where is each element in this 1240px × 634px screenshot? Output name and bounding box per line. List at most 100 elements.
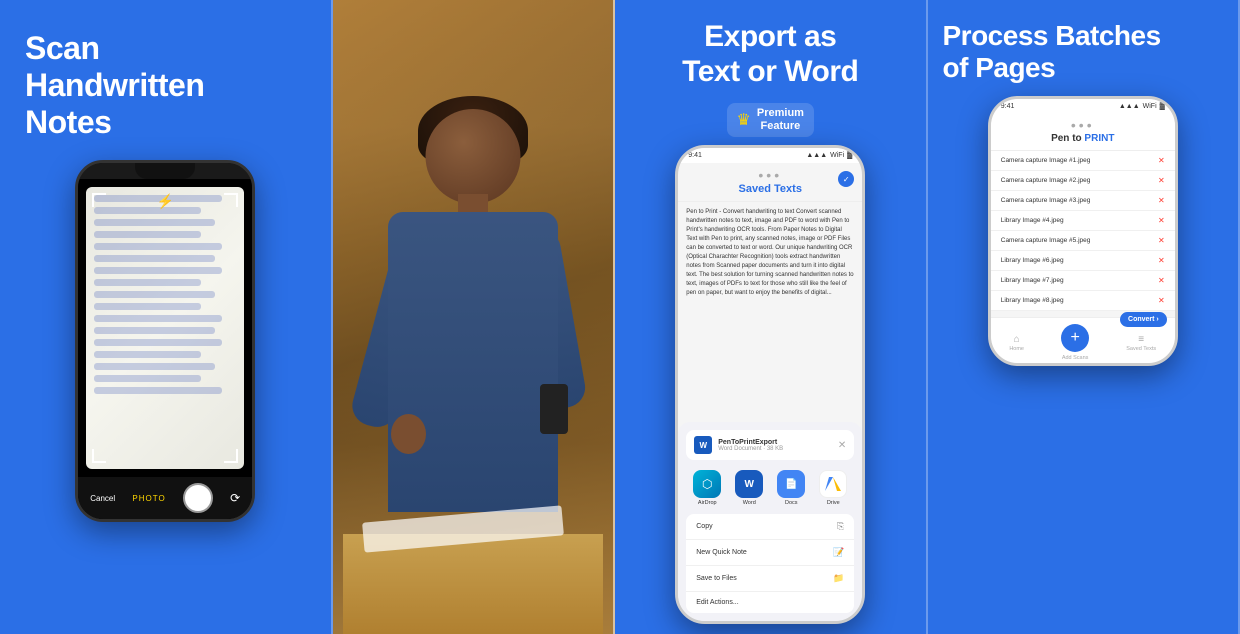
action-edit[interactable]: Edit Actions...	[686, 592, 854, 613]
action-copy[interactable]: Copy ⎘	[686, 514, 854, 540]
figure-phone-in-hand	[540, 384, 568, 434]
phone-4-status-bar: 9:41 ▲▲▲ WiFi ▓	[991, 99, 1175, 114]
scan-corner-tl	[92, 193, 106, 207]
hw-line	[94, 267, 222, 274]
airdrop-label: AirDrop	[698, 500, 717, 506]
camera-ui: ⚡	[78, 179, 252, 519]
share-actions-list: Copy ⎘ New Quick Note 📝 Save to Files 📁 …	[686, 514, 854, 613]
figure-head	[425, 109, 520, 204]
hw-line	[94, 219, 215, 226]
wifi-icon: WiFi	[830, 152, 844, 159]
share-file-info: W PenToPrintExport Word Document · 38 KB…	[686, 430, 854, 460]
file-delete-5[interactable]: ✕	[1158, 236, 1165, 245]
cancel-label[interactable]: Cancel	[90, 494, 115, 503]
file-delete-8[interactable]: ✕	[1158, 296, 1165, 305]
share-app-drive[interactable]: Drive	[819, 470, 847, 506]
figure-hand-left	[391, 414, 426, 454]
file-item-1: Camera capture Image #1.jpeg ✕	[991, 151, 1175, 171]
file-item-7: Library Image #7.jpeg ✕	[991, 271, 1175, 291]
figure-body	[388, 212, 558, 512]
phone-notch-1	[135, 163, 195, 179]
action-quick-note[interactable]: New Quick Note 📝	[686, 540, 854, 566]
phone-4-status-icons: ▲▲▲ WiFi ▓	[1119, 103, 1165, 110]
file-delete-4[interactable]: ✕	[1158, 216, 1165, 225]
file-delete-6[interactable]: ✕	[1158, 256, 1165, 265]
hw-line	[94, 351, 201, 358]
plus-icon: +	[1070, 329, 1079, 347]
hw-line	[94, 327, 215, 334]
panel-1-title: Scan Handwritten Notes	[25, 30, 306, 140]
hw-line	[94, 387, 222, 394]
file-delete-2[interactable]: ✕	[1158, 176, 1165, 185]
hw-line	[94, 375, 201, 382]
scan-corner-br	[224, 449, 238, 463]
home-icon: ⌂	[1014, 334, 1020, 345]
scan-corner-tr	[224, 193, 238, 207]
file-item-5: Camera capture Image #5.jpeg ✕	[991, 231, 1175, 251]
panel-3-title: Export as Text or Word	[630, 20, 911, 89]
hw-line	[94, 207, 201, 214]
share-apps-row: ⬡ AirDrop W Word 📄 Docs	[686, 466, 854, 514]
add-scans-button[interactable]: +	[1061, 324, 1089, 352]
hw-line	[94, 231, 201, 238]
phone-4-signal: ▲▲▲	[1119, 103, 1140, 110]
phone-mockup-1: ⚡	[75, 160, 255, 522]
share-sheet: W PenToPrintExport Word Document · 38 KB…	[678, 422, 862, 621]
phone-mockup-4: 9:41 ▲▲▲ WiFi ▓ ••• Pen to PRINT Camera …	[988, 96, 1178, 366]
action-save-files[interactable]: Save to Files 📁	[686, 566, 854, 592]
premium-text: Premium Feature	[757, 107, 804, 133]
phone-4-header: ••• Pen to PRINT	[991, 114, 1175, 151]
flip-camera-icon[interactable]: ⟳	[230, 491, 240, 505]
panel-export: Export as Text or Word ♛ Premium Feature…	[615, 0, 928, 634]
tab-saved-texts[interactable]: ≡ Saved Texts	[1120, 332, 1162, 354]
file-delete-1[interactable]: ✕	[1158, 156, 1165, 165]
phone-4-dots: •••	[1001, 117, 1165, 133]
phone-3-container: 9:41 ▲▲▲ WiFi ▓ ••• Saved Texts ✓ Pen to…	[675, 145, 865, 624]
status-right-icons: ▲▲▲ WiFi ▓	[806, 152, 852, 159]
hw-line	[94, 243, 222, 250]
file-item-3: Camera capture Image #3.jpeg ✕	[991, 191, 1175, 211]
saved-texts-icon: ≡	[1138, 334, 1144, 345]
file-delete-3[interactable]: ✕	[1158, 196, 1165, 205]
word-app-label: Word	[743, 500, 756, 506]
share-app-docs[interactable]: 📄 Docs	[777, 470, 805, 506]
copy-icon: ⎘	[837, 521, 844, 532]
docs-icon: 📄	[777, 470, 805, 498]
panel-photo	[333, 0, 616, 634]
file-delete-7[interactable]: ✕	[1158, 276, 1165, 285]
share-app-airdrop[interactable]: ⬡ AirDrop	[693, 470, 721, 506]
hw-line	[94, 315, 222, 322]
convert-button[interactable]: Convert ›	[1120, 312, 1167, 327]
hw-line	[94, 363, 215, 370]
file-list: Camera capture Image #1.jpeg ✕ Camera ca…	[991, 151, 1175, 311]
phone-3-header: ••• Saved Texts ✓	[678, 163, 862, 202]
word-app-icon: W	[735, 470, 763, 498]
camera-viewfinder: ⚡	[86, 187, 244, 469]
camera-bottom: Cancel PHOTO ⟳	[78, 477, 252, 519]
battery-icon: ▓	[847, 152, 852, 159]
hw-line	[94, 339, 222, 346]
close-share-icon[interactable]: ✕	[838, 440, 846, 451]
docs-label: Docs	[785, 500, 798, 506]
dots-row: •••	[688, 167, 852, 183]
hw-line	[94, 279, 201, 286]
person-figure	[343, 54, 603, 634]
file-item-8: Library Image #8.jpeg ✕	[991, 291, 1175, 311]
phone-4-wifi: WiFi	[1143, 103, 1157, 110]
tab-add-scans[interactable]: + Add Scans	[1055, 322, 1095, 363]
drive-icon	[819, 470, 847, 498]
phone-4-time: 9:41	[1001, 103, 1015, 110]
shutter-button[interactable]	[183, 483, 213, 513]
saved-texts-title: Saved Texts	[688, 183, 852, 195]
word-icon-small: W	[694, 436, 712, 454]
share-file-name: PenToPrintExport	[718, 439, 832, 446]
panel-4-title: Process Batches of Pages	[943, 20, 1224, 84]
signal-icon: ▲▲▲	[806, 152, 827, 159]
tab-home[interactable]: ⌂ Home	[1003, 332, 1030, 354]
folder-icon: 📁	[833, 573, 844, 584]
drive-label: Drive	[827, 500, 840, 506]
ocr-text-preview: Pen to Print - Convert handwriting to te…	[686, 208, 854, 298]
handwriting-preview	[86, 187, 244, 469]
file-item-2: Camera capture Image #2.jpeg ✕	[991, 171, 1175, 191]
share-app-word[interactable]: W Word	[735, 470, 763, 506]
